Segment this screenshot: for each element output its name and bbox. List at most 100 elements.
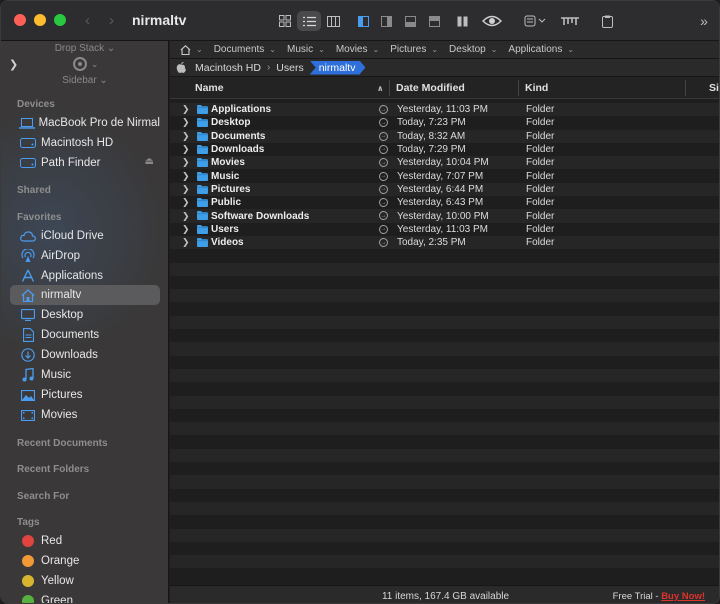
breadcrumb-item[interactable]: Users [276,62,303,74]
chevron-down-icon[interactable]: ⌄ [91,59,99,70]
disclosure-chevron-icon[interactable]: ❯ [182,157,190,168]
forward-arrow-icon[interactable]: › [109,12,114,29]
table-row[interactable]: ❯ Documents → Today, 8:32 AM Folder [170,129,719,143]
breadcrumb-item[interactable]: Macintosh HD [195,62,261,74]
section-shared[interactable]: Shared [17,185,51,196]
folder-icon [197,171,208,181]
sidebar-item-pictures[interactable]: Pictures [10,385,160,405]
toggle-top-pane-button[interactable] [425,11,443,31]
favorites-bar-item[interactable]: Applications ⌄ [508,44,574,55]
breadcrumb-current[interactable]: nirmaltv [310,61,366,75]
column-size-header[interactable]: Size [709,82,719,94]
sidebar-tag-green[interactable]: Green [10,591,160,603]
table-row[interactable]: ❯ Downloads → Today, 7:29 PM Folder [170,142,719,157]
section-recent-documents[interactable]: Recent Documents [17,438,108,449]
column-divider[interactable] [518,80,519,96]
minimize-button[interactable] [34,14,46,26]
sort-ascending-icon[interactable]: ∧ [377,84,384,93]
column-date-header[interactable]: Date Modified [396,82,465,94]
toggle-right-pane-button[interactable] [377,11,395,31]
disclosure-chevron-icon[interactable]: ❯ [182,184,190,195]
eject-icon[interactable]: ⏏ [145,156,154,167]
go-arrow-icon[interactable]: → [379,144,388,154]
column-divider[interactable] [389,80,390,96]
sidebar-item-macbook[interactable]: MacBook Pro de Nirmal [10,113,160,133]
clipboard-button[interactable] [598,11,616,31]
go-arrow-icon[interactable]: → [379,211,388,221]
table-row[interactable]: ❯ Pictures → Yesterday, 6:44 PM Folder [170,182,719,197]
disclosure-chevron-icon[interactable]: ❯ [182,171,190,182]
favorites-bar-item[interactable]: Music ⌄ [287,44,325,55]
disclosure-chevron-icon[interactable]: ❯ [182,237,190,248]
sidebar-item-applications[interactable]: Applications [10,266,160,286]
disclosure-chevron-icon[interactable]: ❯ [182,117,190,128]
favorites-bar-item[interactable]: Movies ⌄ [336,44,379,55]
table-row[interactable]: ❯ Public → Yesterday, 6:43 PM Folder [170,196,719,210]
dual-pane-button[interactable] [453,11,471,31]
buy-now-link[interactable]: Buy Now! [661,591,705,602]
go-arrow-icon[interactable]: → [379,184,388,194]
sidebar-tag-orange[interactable]: Orange [10,551,160,571]
sidebar-tag-red[interactable]: Red [10,531,160,551]
table-row[interactable]: ❯ Videos → Today, 2:35 PM Folder [170,236,719,250]
file-list[interactable]: ❯ Applications → Yesterday, 11:03 PM Folder ❯… [170,99,719,585]
quick-look-button[interactable] [480,11,504,31]
disclosure-chevron-icon[interactable]: ❯ [182,224,190,235]
disclosure-chevron-icon[interactable]: ❯ [182,131,190,142]
sidebar-item-airdrop[interactable]: AirDrop [10,246,160,266]
sidebar-item-music[interactable]: Music [10,365,160,385]
section-search-for[interactable]: Search For [17,491,69,502]
compare-button[interactable] [559,11,581,31]
table-row[interactable]: ❯ Software Downloads → Yesterday, 10:00 PM F… [170,209,719,223]
sidebar-item-macintosh-hd[interactable]: Macintosh HD [10,133,160,153]
zoom-button[interactable] [54,14,66,26]
column-view-button[interactable] [323,11,343,31]
list-view-button[interactable] [297,11,321,31]
table-row[interactable]: ❯ Music → Yesterday, 7:07 PM Folder [170,169,719,183]
column-divider[interactable] [685,80,686,96]
go-arrow-icon[interactable]: → [379,105,388,114]
favorites-bar-item[interactable]: Desktop ⌄ [449,44,497,55]
chevron-right-icon[interactable]: ❯ [9,58,18,71]
go-arrow-icon[interactable]: → [379,224,388,234]
drop-stack-label[interactable]: Drop Stack ⌄ [1,43,168,54]
toggle-left-pane-button[interactable] [354,11,372,31]
go-arrow-icon[interactable]: → [379,131,388,141]
section-recent-folders[interactable]: Recent Folders [17,464,89,475]
sidebar-label[interactable]: Sidebar ⌄ [1,75,168,86]
go-arrow-icon[interactable]: → [379,198,388,208]
disclosure-chevron-icon[interactable]: ❯ [182,197,190,208]
sidebar-item-icloud-drive[interactable]: iCloud Drive [10,226,160,246]
disclosure-chevron-icon[interactable]: ❯ [182,144,190,155]
sidebar-tag-yellow[interactable]: Yellow [10,571,160,591]
apple-icon[interactable] [176,61,187,74]
drop-stack-gear-icon[interactable] [73,57,87,71]
sidebar-item-movies[interactable]: Movies [10,405,160,425]
sidebar-item-nirmaltv[interactable]: nirmaltv [10,285,160,305]
favorites-bar-item[interactable]: Pictures ⌄ [390,44,438,55]
sidebar-item-path-finder[interactable]: Path Finder ⏏ [10,153,160,173]
go-arrow-icon[interactable]: → [379,158,388,168]
column-kind-header[interactable]: Kind [525,82,548,94]
sidebar-item-documents[interactable]: Documents [10,325,160,345]
table-row[interactable]: ❯ Desktop → Today, 7:23 PM Folder [170,116,719,130]
close-button[interactable] [14,14,26,26]
favorites-bar-home[interactable]: ⌄ [180,44,203,55]
action-menu-button[interactable] [523,11,549,31]
table-row[interactable]: ❯ Applications → Yesterday, 11:03 PM Folder [170,103,719,117]
icon-view-button[interactable] [275,11,295,31]
sidebar-item-downloads[interactable]: Downloads [10,345,160,365]
toggle-bottom-pane-button[interactable] [401,11,419,31]
disclosure-chevron-icon[interactable]: ❯ [182,211,190,222]
sidebar-item-desktop[interactable]: Desktop [10,305,160,325]
favorites-bar-item[interactable]: Documents ⌄ [214,44,276,55]
disclosure-chevron-icon[interactable]: ❯ [182,104,190,115]
go-arrow-icon[interactable]: → [379,171,388,181]
column-name-header[interactable]: Name [195,82,224,94]
table-row[interactable]: ❯ Movies → Yesterday, 10:04 PM Folder [170,156,719,170]
back-arrow-icon[interactable]: ‹ [85,12,90,29]
go-arrow-icon[interactable]: → [379,238,388,247]
toolbar-overflow-icon[interactable]: » [697,11,711,31]
go-arrow-icon[interactable]: → [379,118,388,128]
table-row[interactable]: ❯ Users → Yesterday, 11:03 PM Folder [170,222,719,236]
